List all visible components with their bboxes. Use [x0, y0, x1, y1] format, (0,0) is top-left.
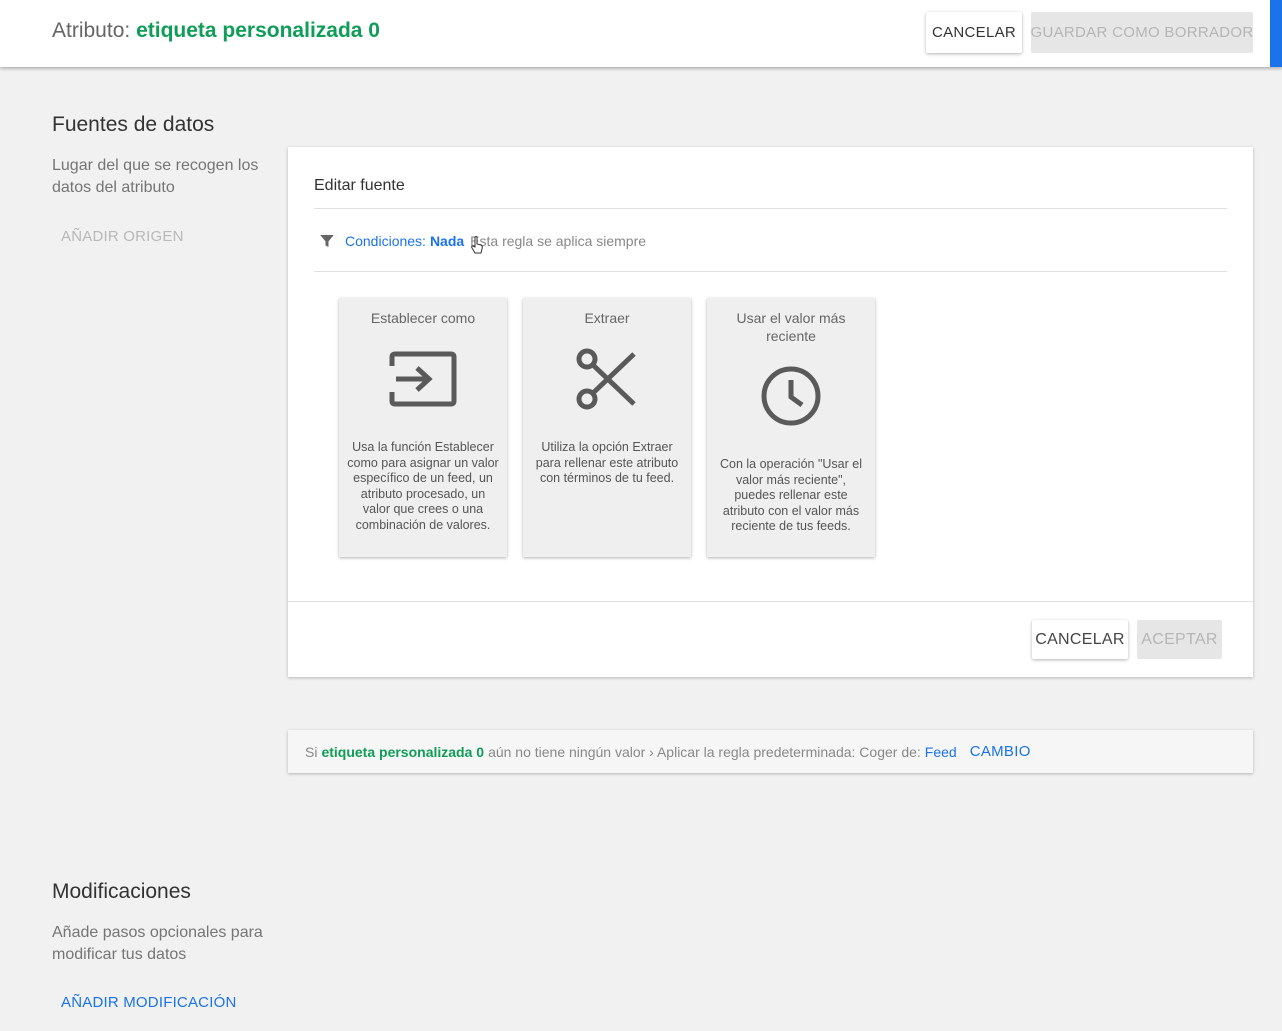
divider	[288, 601, 1253, 602]
card-cancel-button[interactable]: CANCELAR	[1032, 620, 1128, 659]
top-header: Atributo: etiqueta personalizada 0 CANCE…	[0, 0, 1282, 67]
option-extract[interactable]: Extraer Utiliza la opción Extraer para r…	[523, 298, 691, 557]
sources-description: Lugar del que se recogen los datos del a…	[52, 157, 259, 196]
save-draft-button[interactable]: GUARDAR COMO BORRADOR	[1031, 12, 1253, 53]
divider	[314, 271, 1227, 272]
conditions-value[interactable]: Nada	[430, 233, 464, 249]
divider	[314, 208, 1227, 209]
clock-icon	[761, 366, 821, 426]
option-latest-value[interactable]: Usar el valor más reciente Con la operac…	[707, 298, 875, 557]
header-cancel-button[interactable]: CANCELAR	[926, 12, 1022, 53]
conditions-description: Esta regla se aplica siempre	[470, 233, 647, 249]
title-prefix: Atributo:	[52, 19, 131, 42]
add-origin-button[interactable]: AÑADIR ORIGEN	[61, 228, 184, 245]
rule-prefix: Si	[305, 743, 318, 760]
option-description: Utiliza la opción Extraer para rellenar …	[535, 440, 679, 486]
modifications-description: Añade pasos opcionales para modificar tu…	[52, 924, 263, 963]
edit-source-card: Editar fuente Condiciones: Nada Esta reg…	[288, 147, 1253, 677]
scissors-icon	[576, 348, 636, 410]
option-description: Usa la función Establecer como para asig…	[347, 440, 499, 532]
scrollbar-accent	[1270, 0, 1282, 67]
modifications-title: Modificaciones	[52, 880, 191, 903]
rule-attribute-name: etiqueta personalizada 0	[321, 743, 485, 760]
option-description: Con la operación "Usar el valor más reci…	[719, 457, 862, 534]
edit-source-title: Editar fuente	[314, 177, 405, 194]
option-title: Establecer como	[370, 310, 476, 326]
default-rule-bar: Si etiqueta personalizada 0 aún no tiene…	[288, 730, 1253, 773]
add-modification-button[interactable]: AÑADIR MODIFICACIÓN	[61, 994, 236, 1011]
rule-text: aún no tiene ningún valor › Aplicar la r…	[488, 743, 921, 760]
hand-cursor-icon	[471, 236, 483, 254]
page-title: Atributo: etiqueta personalizada 0	[52, 19, 380, 43]
option-title: Usar el valor más reciente	[736, 310, 846, 344]
attribute-name: etiqueta personalizada 0	[136, 19, 380, 42]
sources-title: Fuentes de datos	[52, 113, 215, 136]
rule-source: Feed	[924, 743, 957, 760]
filter-icon	[320, 235, 334, 247]
option-title: Extraer	[584, 310, 630, 326]
conditions-label[interactable]: Condiciones:	[345, 233, 426, 249]
accept-button[interactable]: ACEPTAR	[1137, 620, 1222, 659]
input-arrow-icon	[389, 351, 457, 407]
change-button[interactable]: CAMBIO	[970, 743, 1031, 760]
option-set-as[interactable]: Establecer como Usa la función Establece…	[339, 298, 507, 557]
